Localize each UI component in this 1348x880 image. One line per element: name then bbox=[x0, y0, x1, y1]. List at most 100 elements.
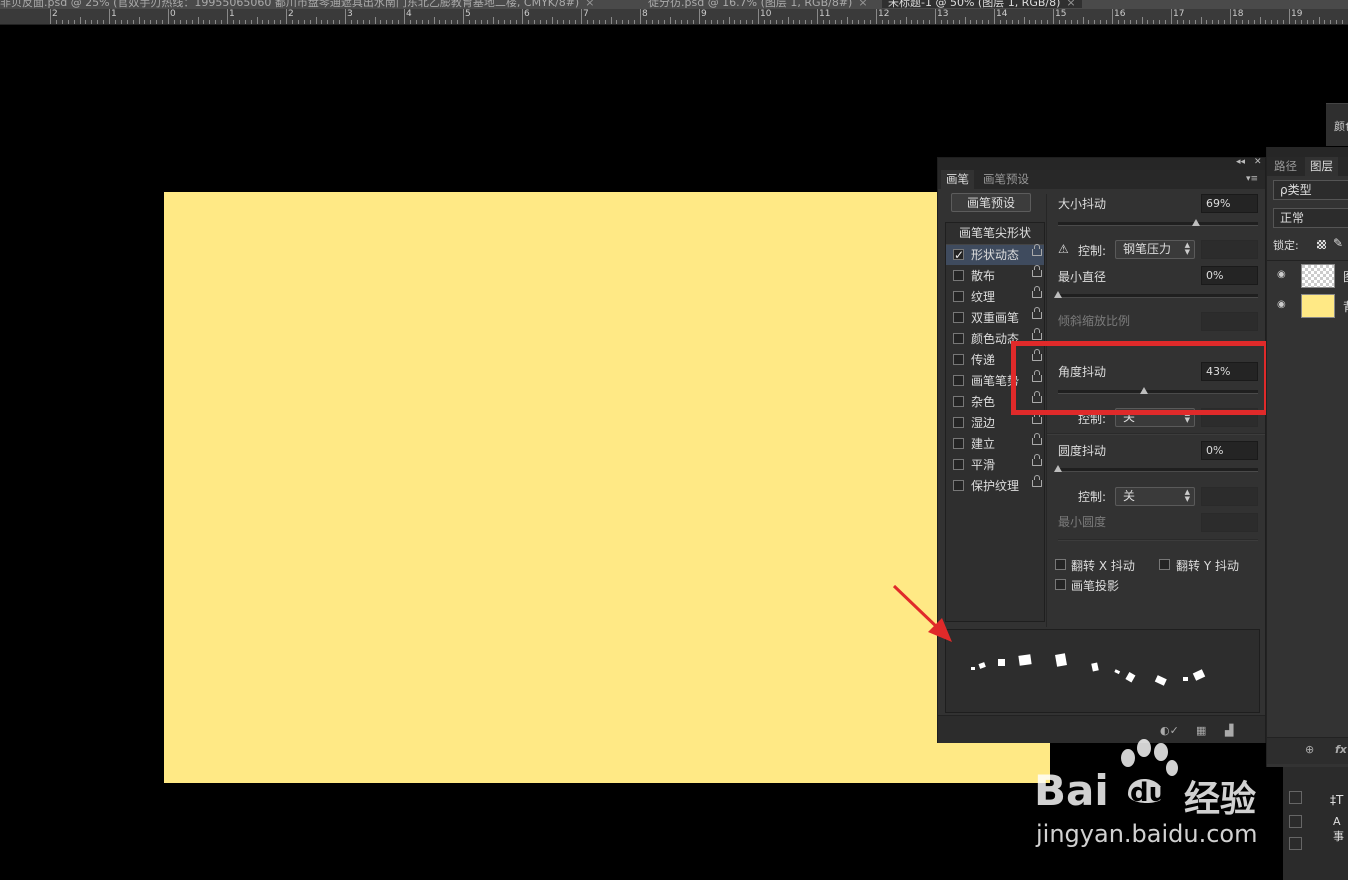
ruler-tick bbox=[504, 20, 506, 24]
ruler-tick bbox=[763, 20, 765, 24]
ruler-tick bbox=[982, 20, 984, 24]
ruler-label: 18 bbox=[1232, 9, 1244, 19]
brush-presets-button[interactable]: 画笔预设 bbox=[951, 193, 1031, 212]
list-item[interactable]: 湿边 bbox=[946, 412, 1044, 433]
font-size-icon[interactable]: A事 bbox=[1333, 815, 1348, 844]
list-item[interactable]: 形状动态 bbox=[946, 244, 1044, 265]
list-item[interactable]: 保护纹理 bbox=[946, 475, 1044, 496]
flip-y-checkbox[interactable] bbox=[1159, 559, 1170, 570]
ruler-tick bbox=[1023, 17, 1025, 24]
lock-icon[interactable] bbox=[1032, 244, 1042, 256]
layer-row[interactable]: ◉ 背 bbox=[1267, 291, 1348, 321]
min-diameter-input[interactable]: 0% bbox=[1201, 266, 1258, 285]
checkbox[interactable] bbox=[953, 417, 964, 428]
panel-menu-icon[interactable]: ▾≡ bbox=[1246, 174, 1258, 184]
list-item-label: 湿边 bbox=[971, 416, 996, 430]
slider-thumb[interactable] bbox=[1054, 291, 1062, 298]
list-item[interactable]: 平滑 bbox=[946, 454, 1044, 475]
ruler-tick bbox=[197, 17, 199, 24]
size-jitter-input[interactable]: 69% bbox=[1201, 194, 1258, 213]
close-icon[interactable]: × bbox=[1066, 0, 1075, 9]
layer-row[interactable]: ◉ 图 bbox=[1267, 261, 1348, 291]
min-diameter-label: 最小直径 bbox=[1058, 270, 1107, 284]
ruler-tick bbox=[1206, 20, 1208, 24]
ruler-tick bbox=[999, 20, 1001, 24]
flip-x-checkbox[interactable] bbox=[1055, 559, 1066, 570]
slider-thumb[interactable] bbox=[1054, 465, 1062, 472]
eye-icon[interactable]: ◉ bbox=[1277, 269, 1289, 280]
control-dropdown[interactable]: 钢笔压力 ▲ ▼ bbox=[1115, 240, 1195, 259]
ruler-tick bbox=[887, 20, 889, 24]
checkbox[interactable] bbox=[953, 459, 964, 470]
ruler-tick bbox=[1064, 20, 1066, 24]
close-icon[interactable]: × bbox=[585, 0, 594, 9]
checkbox[interactable] bbox=[953, 396, 964, 407]
brush-tip-shape-item[interactable]: 画笔笔尖形状 bbox=[946, 223, 1044, 245]
blend-mode-dropdown[interactable]: 正常 bbox=[1273, 208, 1348, 228]
size-jitter-slider[interactable] bbox=[1058, 219, 1258, 226]
toggle-preview-icon[interactable]: ◐✓ bbox=[1160, 724, 1179, 737]
brush-projection-checkbox[interactable] bbox=[1055, 579, 1066, 590]
document-canvas[interactable] bbox=[164, 192, 1050, 783]
list-item[interactable]: 双重画笔 bbox=[946, 307, 1044, 328]
close-icon[interactable]: ✕ bbox=[1254, 157, 1262, 167]
min-diameter-slider[interactable] bbox=[1054, 291, 1258, 298]
checkbox[interactable] bbox=[953, 333, 964, 344]
ruler-tick bbox=[881, 20, 883, 24]
lock-icon[interactable] bbox=[1032, 475, 1042, 487]
ruler-tick bbox=[297, 20, 299, 24]
ruler-tick bbox=[256, 17, 258, 24]
tab-brush-presets[interactable]: 画笔预设 bbox=[978, 170, 1034, 189]
layer-filter-dropdown[interactable]: ρ类型 bbox=[1273, 180, 1348, 200]
lock-icon[interactable] bbox=[1032, 286, 1042, 298]
ruler-tick bbox=[1200, 17, 1202, 24]
list-item[interactable]: 建立 bbox=[946, 433, 1044, 454]
ruler-tick bbox=[1265, 20, 1267, 24]
checkbox[interactable] bbox=[953, 245, 964, 265]
ruler-tick bbox=[55, 20, 57, 24]
document-tab-2[interactable]: 徒分彷.psd @ 16.7% (图层 1, RGB/8#) × bbox=[648, 0, 868, 9]
grid-icon[interactable]: ▦ bbox=[1196, 724, 1206, 737]
lock-icon[interactable] bbox=[1032, 265, 1042, 277]
list-item[interactable]: 散布 bbox=[946, 265, 1044, 286]
collapse-icon[interactable]: ◂◂ bbox=[1236, 157, 1245, 167]
control-dropdown[interactable]: 关 ▲ ▼ bbox=[1115, 487, 1195, 506]
checkbox[interactable] bbox=[953, 354, 964, 365]
ruler-label: 2 bbox=[52, 9, 58, 19]
new-preset-icon[interactable]: ▟ bbox=[1225, 724, 1233, 737]
document-tab-3[interactable]: 未标题-1 @ 50% (图层 1, RGB/8) × bbox=[882, 0, 1082, 9]
lock-icon[interactable] bbox=[1032, 328, 1042, 340]
close-icon[interactable]: × bbox=[858, 0, 867, 9]
roundness-jitter-slider[interactable] bbox=[1054, 465, 1258, 472]
brush-icon[interactable]: ✎ bbox=[1333, 236, 1343, 250]
ruler-tick bbox=[1153, 20, 1155, 24]
ruler-tick bbox=[1159, 20, 1161, 24]
roundness-jitter-input[interactable]: 0% bbox=[1201, 441, 1258, 460]
checkbox[interactable] bbox=[953, 375, 964, 386]
checkbox[interactable] bbox=[953, 270, 964, 281]
tab-paths[interactable]: 路径 bbox=[1269, 157, 1302, 176]
eye-icon[interactable]: ◉ bbox=[1277, 299, 1289, 310]
ruler-tick bbox=[640, 9, 641, 24]
lock-transparent-icon[interactable] bbox=[1317, 240, 1326, 249]
tab-layers[interactable]: 图层 bbox=[1305, 157, 1338, 176]
ruler-tick bbox=[1129, 20, 1131, 24]
text-tool-icon[interactable]: ‡T bbox=[1330, 793, 1343, 807]
color-panel-tab[interactable]: 颜色 bbox=[1326, 103, 1348, 146]
checkbox[interactable] bbox=[953, 312, 964, 323]
ruler-tick bbox=[775, 20, 777, 24]
tab-brush[interactable]: 画笔 bbox=[941, 170, 974, 189]
lock-icon[interactable] bbox=[1032, 412, 1042, 424]
checkbox[interactable] bbox=[953, 438, 964, 449]
document-tab-1[interactable]: 非贝反面.psd @ 25% (官奴手刃热线：19955065060 鄱川市盘琴… bbox=[0, 0, 594, 9]
ruler-tick bbox=[368, 20, 370, 24]
lock-icon[interactable] bbox=[1032, 307, 1042, 319]
checkbox[interactable] bbox=[953, 291, 964, 302]
lock-icon[interactable] bbox=[1032, 454, 1042, 466]
list-item[interactable]: 纹理 bbox=[946, 286, 1044, 307]
fx-icon[interactable]: fx bbox=[1335, 743, 1347, 756]
checkbox[interactable] bbox=[953, 480, 964, 491]
slider-thumb[interactable] bbox=[1192, 219, 1200, 226]
warning-icon: ⚠ bbox=[1058, 242, 1069, 256]
lock-icon[interactable] bbox=[1032, 433, 1042, 445]
